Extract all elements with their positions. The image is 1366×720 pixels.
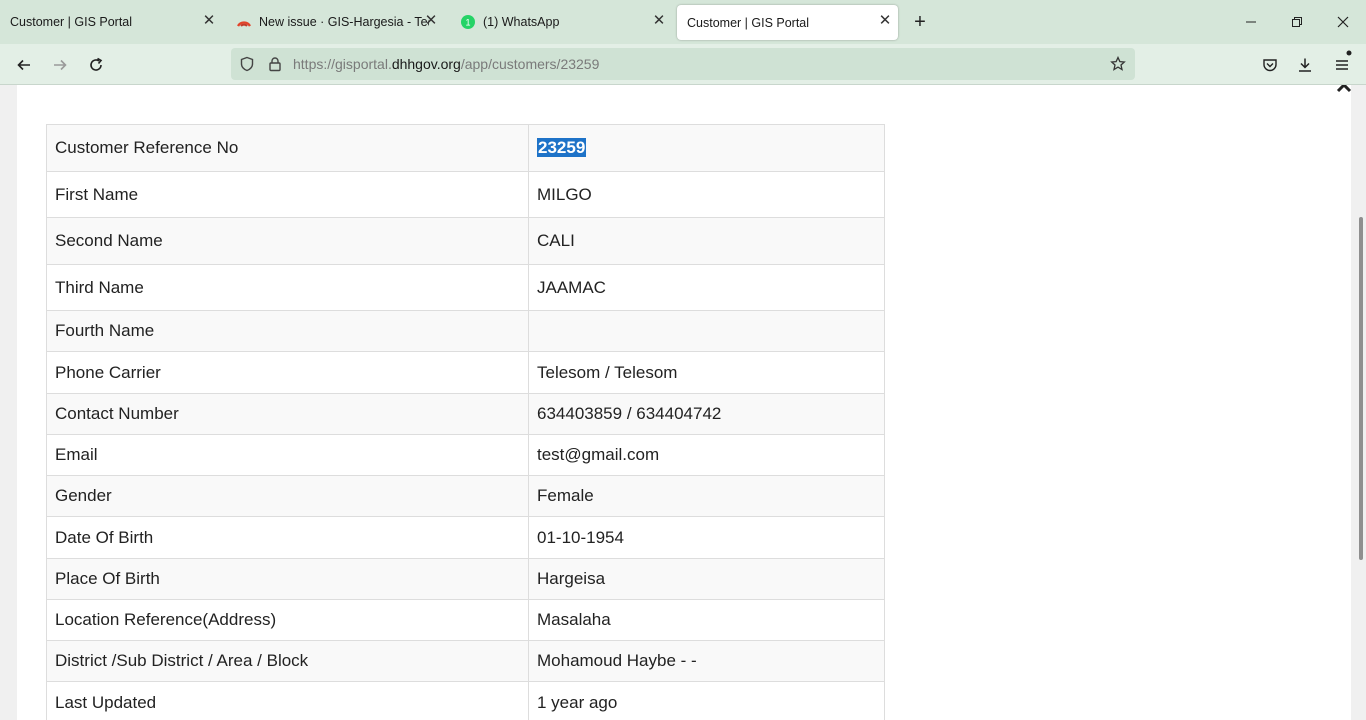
table-row: Location Reference(Address) Masalaha <box>46 599 885 641</box>
row-value: 23259 <box>528 124 885 172</box>
chevron-up-icon[interactable] <box>1335 85 1353 97</box>
row-label: District /Sub District / Area / Block <box>46 640 529 682</box>
row-label: Fourth Name <box>46 310 529 352</box>
row-value: Female <box>528 475 885 517</box>
table-row: Gender Female <box>46 475 885 517</box>
minimize-icon[interactable] <box>1228 0 1274 44</box>
update-badge-icon <box>1346 50 1352 56</box>
table-row: First Name MILGO <box>46 171 885 218</box>
table-row: Customer Reference No 23259 <box>46 124 885 172</box>
table-row: District /Sub District / Area / Block Mo… <box>46 640 885 682</box>
table-row: Last Updated 1 year ago <box>46 681 885 720</box>
row-label: Gender <box>46 475 529 517</box>
row-value: CALI <box>528 217 885 265</box>
back-icon[interactable] <box>11 52 37 78</box>
row-value <box>528 310 885 352</box>
pocket-icon[interactable] <box>1257 52 1283 78</box>
tab-close-icon[interactable]: ✕ <box>202 13 216 28</box>
row-label: Second Name <box>46 217 529 265</box>
row-value: 1 year ago <box>528 681 885 720</box>
row-label: Last Updated <box>46 681 529 720</box>
row-label: Email <box>46 434 529 476</box>
row-label: Contact Number <box>46 393 529 435</box>
url-prefix: https://gisportal. <box>293 56 392 72</box>
tab-title: Customer | GIS Portal <box>687 15 810 30</box>
customer-card: Customer Reference No 23259 First Name M… <box>17 85 1353 720</box>
reload-icon[interactable] <box>83 52 109 78</box>
row-value: Hargeisa <box>528 558 885 600</box>
row-value: Masalaha <box>528 599 885 641</box>
new-tab-icon[interactable]: + <box>909 11 931 33</box>
row-label: First Name <box>46 171 529 218</box>
table-row: Contact Number 634403859 / 634404742 <box>46 393 885 435</box>
bookmark-star-icon[interactable] <box>1110 56 1126 72</box>
whatsapp-icon: 1 <box>461 15 475 29</box>
tab-close-icon[interactable]: ✕ <box>878 13 892 28</box>
whatsapp-badge: 1 <box>465 18 470 28</box>
url-text[interactable]: https://gisportal.dhhgov.org/app/custome… <box>293 56 599 72</box>
table-row: Email test@gmail.com <box>46 434 885 476</box>
row-label: Phone Carrier <box>46 351 529 394</box>
scrollbar-thumb[interactable] <box>1359 217 1363 560</box>
tab-whatsapp[interactable]: 1 (1) WhatsApp ✕ <box>450 0 672 44</box>
navigation-bar: https://gisportal.dhhgov.org/app/custome… <box>0 44 1366 85</box>
url-host: dhhgov.org <box>391 56 461 72</box>
gitlab-icon <box>236 21 252 27</box>
row-value: MILGO <box>528 171 885 218</box>
table-row: Date Of Birth 01-10-1954 <box>46 516 885 559</box>
menu-icon[interactable] <box>1329 50 1355 78</box>
table-row: Second Name CALI <box>46 217 885 265</box>
row-value: JAAMAC <box>528 264 885 311</box>
page-viewport: Customer Reference No 23259 First Name M… <box>0 85 1366 720</box>
row-value: 634403859 / 634404742 <box>528 393 885 435</box>
customer-details-table: Customer Reference No 23259 First Name M… <box>46 124 885 720</box>
tab-close-icon[interactable]: ✕ <box>424 13 438 28</box>
tab-customer-gis-portal-active[interactable]: Customer | GIS Portal ✕ <box>677 5 898 40</box>
row-label: Customer Reference No <box>46 124 529 172</box>
table-row: Phone Carrier Telesom / Telesom <box>46 351 885 394</box>
row-label: Date Of Birth <box>46 516 529 559</box>
download-icon[interactable] <box>1292 52 1318 78</box>
row-value: Mohamoud Haybe - - <box>528 640 885 682</box>
table-row: Place Of Birth Hargeisa <box>46 558 885 600</box>
tab-title: New issue · GIS-Hargesia - Team <box>259 15 429 29</box>
tab-strip: Customer | GIS Portal ✕ New issue · GIS-… <box>0 0 1366 44</box>
url-path: /app/customers/23259 <box>460 56 600 72</box>
address-bar[interactable]: https://gisportal.dhhgov.org/app/custome… <box>231 48 1135 80</box>
row-label: Location Reference(Address) <box>46 599 529 641</box>
tab-customer-gis-portal-1[interactable]: Customer | GIS Portal ✕ <box>0 0 222 44</box>
table-row: Third Name JAAMAC <box>46 264 885 311</box>
row-value: Telesom / Telesom <box>528 351 885 394</box>
tab-title: Customer | GIS Portal <box>10 15 133 29</box>
row-label: Place Of Birth <box>46 558 529 600</box>
close-window-icon[interactable] <box>1320 0 1366 44</box>
row-label: Third Name <box>46 264 529 311</box>
row-value: 01-10-1954 <box>528 516 885 559</box>
tab-close-icon[interactable]: ✕ <box>652 13 666 28</box>
page-scrollbar[interactable] <box>1356 85 1366 720</box>
forward-icon[interactable] <box>47 52 73 78</box>
shield-icon[interactable] <box>239 56 255 72</box>
lock-icon[interactable] <box>267 56 283 72</box>
row-value: test@gmail.com <box>528 434 885 476</box>
customer-reference-value[interactable]: 23259 <box>537 138 587 157</box>
table-row: Fourth Name <box>46 310 885 352</box>
restore-icon[interactable] <box>1274 0 1320 44</box>
tab-new-issue[interactable]: New issue · GIS-Hargesia - Team ✕ <box>226 0 444 44</box>
tab-title: (1) WhatsApp <box>483 15 560 29</box>
